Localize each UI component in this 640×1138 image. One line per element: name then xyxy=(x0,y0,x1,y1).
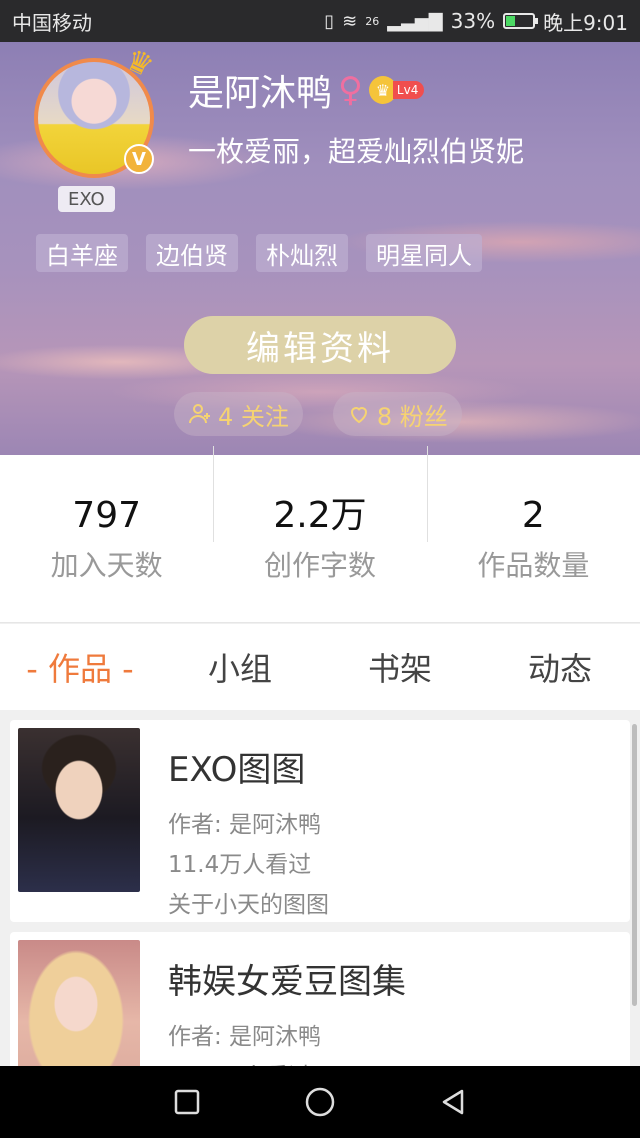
scrollbar[interactable] xyxy=(632,724,637,1006)
following-button[interactable]: 4 关注 xyxy=(174,392,303,436)
vibrate-icon: ▯ xyxy=(324,10,335,32)
follow-stats: 4 关注 8 粉丝 xyxy=(174,392,462,436)
work-title: EXO图图 xyxy=(168,750,306,790)
list-item[interactable]: 韩娱女爱豆图集 作者: 是阿沐鸭 13.5万人看过 xyxy=(10,932,630,1066)
profile-tabs: - 作品 - 小组 书架 动态 xyxy=(0,624,640,710)
avatar-container[interactable]: ♛ V xyxy=(34,42,159,178)
recent-apps-button[interactable] xyxy=(167,1082,207,1122)
interest-tags: 白羊座 边伯贤 朴灿烈 明星同人 xyxy=(36,234,482,272)
stat-works-count: 2 作品数量 xyxy=(426,445,640,584)
system-nav-bar xyxy=(0,1066,640,1138)
username: 是阿沐鸭 xyxy=(188,73,333,114)
signal-icon: ▂▃▅▇ xyxy=(387,10,443,32)
status-bar: 中国移动 ▯ ≋ 26 ▂▃▅▇ 33% 晚上9:01 xyxy=(0,0,640,42)
edit-profile-button[interactable]: 编辑资料 xyxy=(184,316,456,374)
followers-label: 8 粉丝 xyxy=(376,402,448,431)
clock: 晚上9:01 xyxy=(543,10,628,35)
tag-item[interactable]: 明星同人 xyxy=(366,234,482,272)
stat-value: 2 xyxy=(521,494,545,536)
following-label: 4 关注 xyxy=(218,402,289,431)
add-user-icon xyxy=(189,404,210,424)
stat-word-count: 2.2万 创作字数 xyxy=(213,445,426,584)
wifi-icon: ≋ xyxy=(342,10,358,32)
tab-groups[interactable]: 小组 xyxy=(160,644,320,690)
battery-fill xyxy=(506,16,516,26)
profile-header: ♛ V EXO 是阿沐鸭 ♀ ♛ Lv4 一枚爱丽，超爱灿烈伯贤妮 白羊座 边伯… xyxy=(0,42,640,455)
work-info: 韩娱女爱豆图集 作者: 是阿沐鸭 13.5万人看过 xyxy=(168,954,406,1066)
work-views: 13.5万人看过 xyxy=(168,1057,406,1066)
stat-days-joined: 797 加入天数 xyxy=(0,494,213,584)
status-icons: ▯ ≋ 26 ▂▃▅▇ 33% 晚上9:01 xyxy=(324,7,628,36)
work-author: 作者: 是阿沐鸭 xyxy=(168,812,322,838)
work-author: 作者: 是阿沐鸭 xyxy=(168,1024,322,1050)
list-item[interactable]: EXO图图 作者: 是阿沐鸭 11.4万人看过 关于小天的图图 xyxy=(10,720,630,922)
bio-text: 一枚爱丽，超爱灿烈伯贤妮 xyxy=(188,135,525,168)
work-cover-image xyxy=(18,728,140,892)
stat-value: 797 xyxy=(72,494,142,536)
triangle-icon xyxy=(443,1089,464,1115)
work-views: 11.4万人看过 xyxy=(168,852,312,878)
home-button[interactable] xyxy=(300,1082,340,1122)
stat-label: 加入天数 xyxy=(50,548,163,582)
work-title: 韩娱女爱豆图集 xyxy=(168,962,406,1002)
level-badge: ♛ Lv4 xyxy=(368,76,425,104)
level-label: Lv4 xyxy=(392,81,425,99)
verified-badge-icon: V xyxy=(124,144,154,174)
heart-plus-icon xyxy=(350,407,367,424)
followers-button[interactable]: 8 粉丝 xyxy=(332,392,462,436)
stat-label: 创作字数 xyxy=(263,548,376,582)
work-description: 关于小天的图图 xyxy=(168,892,329,918)
back-button[interactable] xyxy=(433,1082,473,1122)
username-row: 是阿沐鸭 ♀ ♛ Lv4 xyxy=(188,64,425,116)
tag-item[interactable]: 边伯贤 xyxy=(146,234,238,272)
works-list[interactable]: EXO图图 作者: 是阿沐鸭 11.4万人看过 关于小天的图图 韩娱女爱豆图集 … xyxy=(0,710,640,1066)
square-icon xyxy=(174,1089,199,1115)
network-type: 26 xyxy=(365,14,380,28)
carrier-name: 中国移动 xyxy=(12,10,92,35)
battery-percent: 33% xyxy=(450,9,496,33)
work-info: EXO图图 作者: 是阿沐鸭 11.4万人看过 关于小天的图图 xyxy=(168,742,329,925)
female-icon: ♀ xyxy=(338,70,363,110)
tag-item[interactable]: 朴灿烈 xyxy=(256,234,348,272)
battery-icon xyxy=(503,13,539,29)
group-tag-label: EXO xyxy=(68,188,105,210)
work-cover-image xyxy=(18,940,140,1066)
tab-works[interactable]: - 作品 - xyxy=(0,644,160,690)
profile-stats: 797 加入天数 2.2万 创作字数 2 作品数量 xyxy=(0,445,640,623)
stat-value: 2.2万 xyxy=(273,494,367,536)
group-tag: EXO xyxy=(58,186,115,212)
tab-activity[interactable]: 动态 xyxy=(480,644,640,690)
stat-label: 作品数量 xyxy=(477,548,590,582)
tab-bookshelf[interactable]: 书架 xyxy=(320,644,480,690)
tag-item[interactable]: 白羊座 xyxy=(36,234,128,272)
circle-icon xyxy=(305,1087,335,1117)
